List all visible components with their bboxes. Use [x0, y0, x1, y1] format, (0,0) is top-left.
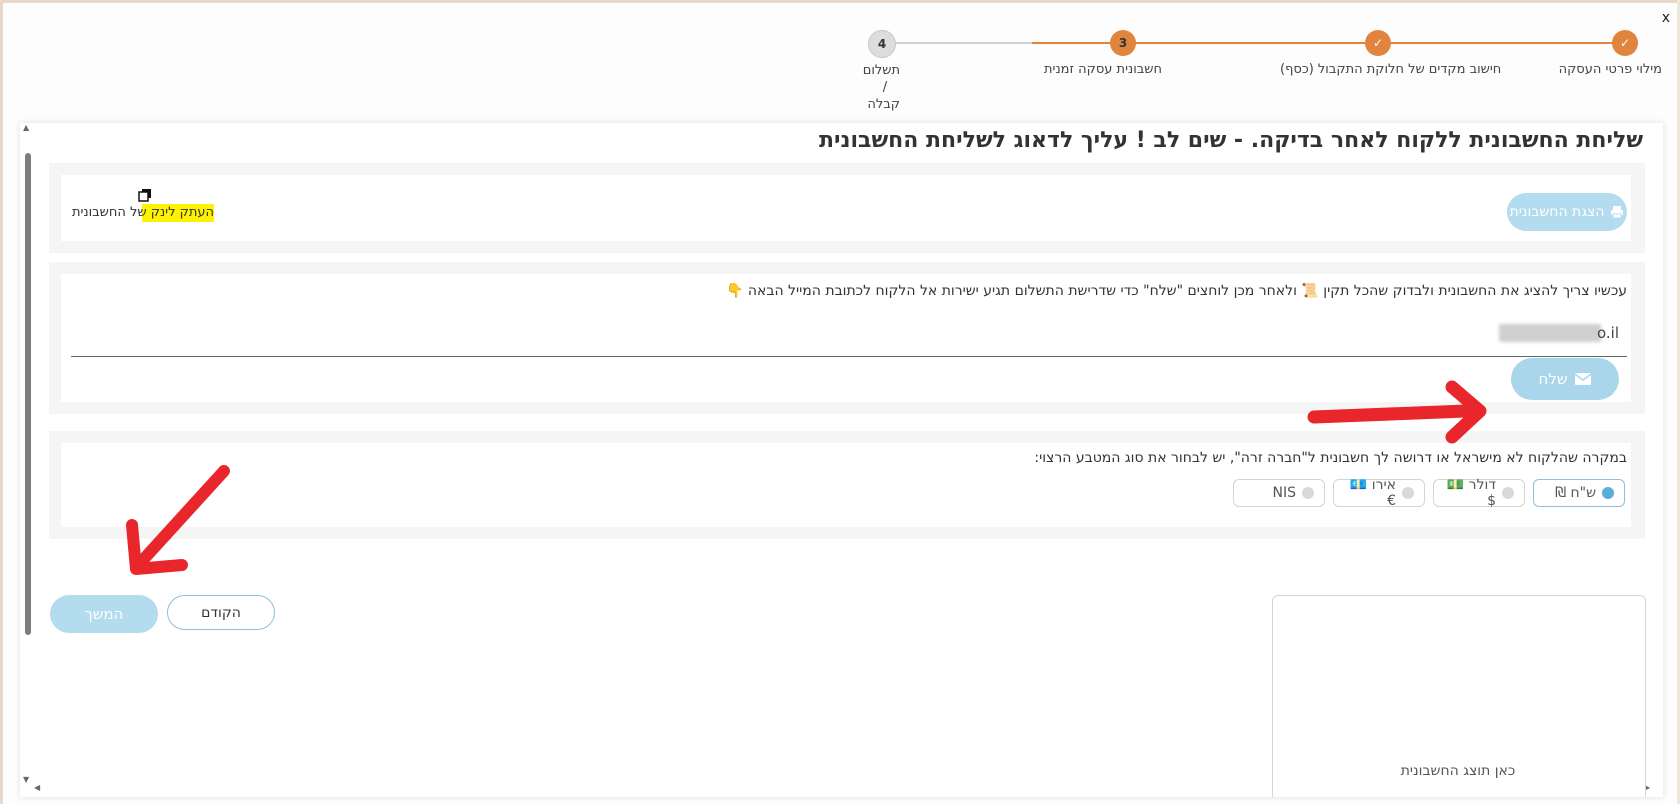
customer-email-value: o.il [1596, 324, 1619, 342]
send-button[interactable]: שלח [1511, 358, 1619, 400]
radio-selected-icon [1602, 487, 1614, 499]
currency-option-eur[interactable]: אירו 💶€ [1333, 477, 1425, 509]
vertical-scrollbar[interactable]: ▲ ▼ [22, 123, 34, 797]
radio-icon [1402, 487, 1414, 499]
currency-option-ils[interactable]: ש"ח ₪ [1533, 479, 1625, 507]
show-invoice-button[interactable]: הצגת החשבונית [1507, 193, 1627, 231]
step-1-label: מילוי פרטי העסקה [1558, 62, 1662, 77]
step-4-number: 4 [868, 30, 896, 58]
currency-option-nis[interactable]: NIS [1233, 479, 1325, 507]
send-instruction-text: עכשיו צריך להציג את החשבונית ולבדוק שהכל… [725, 283, 1627, 299]
copy-invoice-link[interactable]: העתק לינק של החשבונית [72, 188, 220, 234]
step-connector [1032, 42, 1250, 44]
previous-button[interactable]: הקודם [167, 595, 275, 630]
currency-option-label: NIS [1272, 485, 1297, 501]
currency-question-text: במקרה שהלקוח לא מישראל או דרושה לך חשבונ… [1034, 450, 1627, 466]
radio-icon [1302, 487, 1314, 499]
copy-icon[interactable] [138, 188, 152, 202]
close-button[interactable]: x [1662, 10, 1670, 26]
send-button-label: שלח [1538, 370, 1568, 388]
red-arrow-annotation-continue [126, 465, 230, 575]
invoice-send-panel: ▲ ▼ ◀ ▶ שליחת החשבונית ללקוח לאחר בדיקה.… [20, 123, 1663, 797]
scroll-down-arrow-icon[interactable]: ▼ [23, 775, 29, 784]
invoice-actions-card-inner [61, 175, 1631, 241]
red-arrow-annotation-send [1307, 380, 1487, 444]
show-invoice-label: הצגת החשבונית [1509, 204, 1605, 220]
step-1-check-icon: ✓ [1612, 30, 1638, 56]
currency-option-label: אירו 💶€ [1349, 477, 1396, 509]
step-2-label: חישוב מקדים של חלוקת התקבול (כסף) [1280, 62, 1502, 77]
step-3-label: חשבונית עסקה זמנית [1044, 62, 1162, 77]
copy-link-label: העתק לינק של החשבונית [71, 205, 214, 220]
blurred-email-redaction [1499, 324, 1601, 342]
printer-icon [1611, 206, 1624, 219]
currency-option-label: ש"ח ₪ [1555, 485, 1596, 501]
radio-icon [1502, 487, 1514, 499]
step-3-number: 3 [1110, 30, 1136, 56]
envelope-icon [1575, 373, 1592, 385]
step-connector [894, 42, 1032, 44]
scroll-thumb[interactable] [25, 153, 31, 635]
window-frame-top [0, 0, 1680, 3]
step-2-check-icon: ✓ [1365, 30, 1391, 56]
scroll-up-arrow-icon[interactable]: ▲ [23, 123, 29, 132]
scroll-left-arrow-icon[interactable]: ◀ [34, 783, 40, 792]
invoice-preview-placeholder: כאן תוצג החשבונית [1400, 763, 1516, 779]
currency-option-usd[interactable]: דולר 💵$ [1433, 477, 1525, 509]
currency-option-label: דולר 💵$ [1446, 477, 1496, 509]
step-4-label: תשלום / קבלה [862, 63, 900, 112]
continue-button[interactable]: המשך [50, 595, 158, 633]
customer-email-field[interactable]: o.il [71, 318, 1627, 357]
window-frame-left [0, 0, 3, 804]
page-title: שליחת החשבונית ללקוח לאחר בדיקה. - שים ל… [819, 128, 1643, 153]
progress-stepper: ✓ מילוי פרטי העסקה ✓ חישוב מקדים של חלוק… [860, 26, 1662, 112]
